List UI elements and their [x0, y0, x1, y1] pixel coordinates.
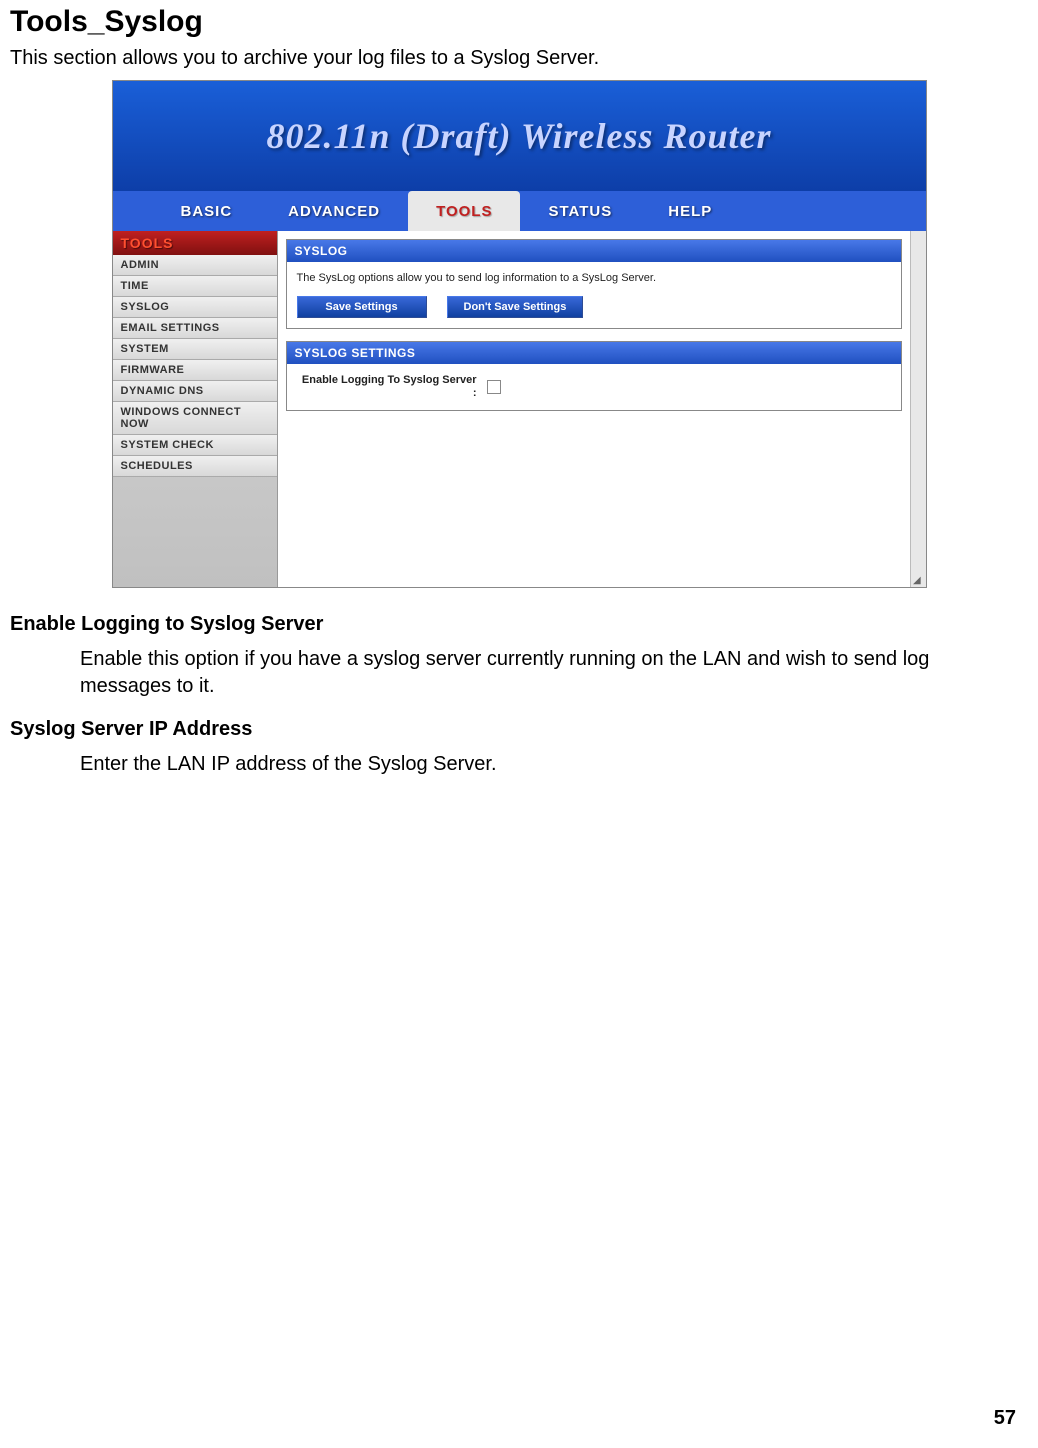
- sidebar-item-time[interactable]: TIME: [113, 276, 277, 297]
- sidebar-item-windows-connect-now[interactable]: WINDOWS CONNECT NOW: [113, 402, 277, 435]
- enable-logging-checkbox[interactable]: [487, 380, 501, 394]
- sidebar-item-system[interactable]: SYSTEM: [113, 339, 277, 360]
- save-settings-button[interactable]: Save Settings: [297, 296, 427, 318]
- sidebar-item-email-settings[interactable]: EMAIL SETTINGS: [113, 318, 277, 339]
- syslog-panel: SYSLOG The SysLog options allow you to s…: [286, 239, 902, 329]
- section-body: Enter the LAN IP address of the Syslog S…: [80, 751, 1008, 778]
- top-nav: BASIC ADVANCED TOOLS STATUS HELP: [113, 191, 926, 231]
- sidebar-item-dynamic-dns[interactable]: DYNAMIC DNS: [113, 381, 277, 402]
- sidebar-header: TOOLS: [113, 231, 277, 255]
- section-body: Enable this option if you have a syslog …: [80, 646, 1008, 700]
- nav-advanced[interactable]: ADVANCED: [260, 191, 408, 231]
- page-title: Tools_Syslog: [10, 5, 1028, 39]
- enable-logging-label: Enable Logging To Syslog Server :: [297, 374, 477, 400]
- banner-title: 802.11n (Draft) Wireless Router: [266, 115, 771, 157]
- syslog-settings-header: SYSLOG SETTINGS: [287, 342, 901, 364]
- intro-text: This section allows you to archive your …: [10, 47, 1028, 70]
- sidebar: TOOLS ADMIN TIME SYSLOG EMAIL SETTINGS S…: [113, 231, 278, 587]
- syslog-panel-header: SYSLOG: [287, 240, 901, 262]
- dont-save-settings-button[interactable]: Don't Save Settings: [447, 296, 584, 318]
- content-area: SYSLOG The SysLog options allow you to s…: [278, 231, 910, 587]
- sidebar-item-schedules[interactable]: SCHEDULES: [113, 456, 277, 477]
- syslog-settings-panel: SYSLOG SETTINGS Enable Logging To Syslog…: [286, 341, 902, 411]
- resize-handle-icon: ◢: [913, 575, 923, 585]
- sidebar-item-system-check[interactable]: SYSTEM CHECK: [113, 435, 277, 456]
- sidebar-item-firmware[interactable]: FIRMWARE: [113, 360, 277, 381]
- nav-help[interactable]: HELP: [640, 191, 740, 231]
- nav-basic[interactable]: BASIC: [153, 191, 261, 231]
- banner: 802.11n (Draft) Wireless Router: [113, 81, 926, 191]
- nav-tools[interactable]: TOOLS: [408, 191, 520, 231]
- sidebar-item-syslog[interactable]: SYSLOG: [113, 297, 277, 318]
- sidebar-item-admin[interactable]: ADMIN: [113, 255, 277, 276]
- scrollbar[interactable]: ◢: [910, 231, 926, 587]
- nav-status[interactable]: STATUS: [520, 191, 640, 231]
- section-heading: Enable Logging to Syslog Server: [10, 613, 1028, 636]
- router-screenshot: 802.11n (Draft) Wireless Router BASIC AD…: [112, 80, 927, 588]
- syslog-description: The SysLog options allow you to send log…: [297, 272, 891, 284]
- section-heading: Syslog Server IP Address: [10, 718, 1028, 741]
- page-number: 57: [994, 1407, 1016, 1430]
